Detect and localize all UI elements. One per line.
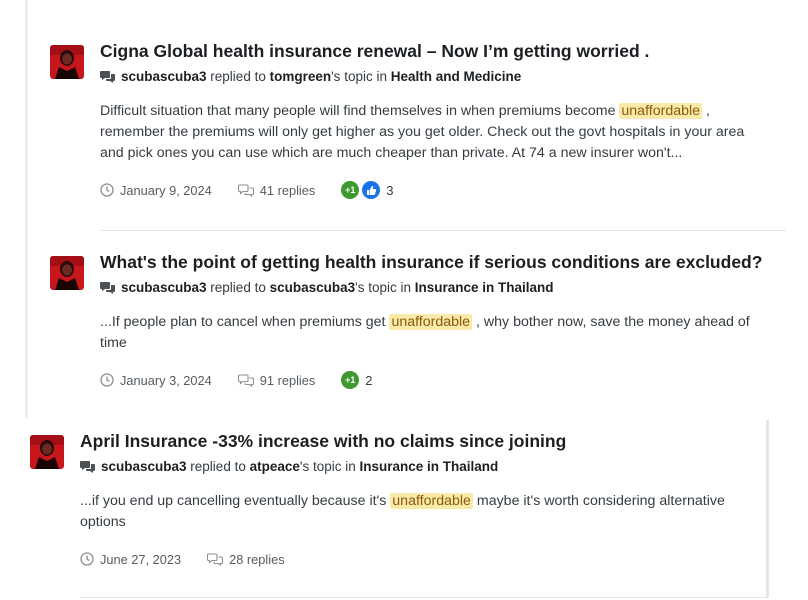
search-highlight: unaffordable — [390, 493, 473, 509]
reply-count: 41 replies — [259, 182, 316, 198]
snippet-text: ...If people plan to cancel when premium… — [100, 314, 390, 330]
replies-stat: 41 replies — [237, 182, 316, 198]
meta-text: replied to — [206, 280, 270, 295]
reactions[interactable]: +1 2 — [341, 371, 373, 389]
result-title[interactable]: April Insurance -33% increase with no cl… — [80, 430, 748, 452]
reply-count: 28 replies — [229, 551, 285, 567]
speech-bubbles-icon — [237, 183, 254, 197]
topic-owner-link[interactable]: tomgreen — [270, 69, 332, 84]
plus-one-reaction-icon: +1 — [341, 181, 360, 199]
snippet-text: ...if you end up cancelling eventually b… — [80, 493, 391, 509]
result-meta: scubascuba3 replied to scubascuba3's top… — [100, 279, 768, 299]
plus-one-reaction-icon: +1 — [341, 371, 360, 389]
topic-owner-link[interactable]: atpeace — [250, 459, 300, 474]
result-snippet: ...if you end up cancelling eventually b… — [80, 491, 745, 533]
result-snippet: ...If people plan to cancel when premium… — [100, 312, 765, 354]
results-panel: Cigna Global health insurance renewal – … — [25, 0, 786, 418]
forum-link[interactable]: Health and Medicine — [391, 69, 522, 84]
forum-link[interactable]: Insurance in Thailand — [415, 280, 554, 295]
result-meta: scubascuba3 replied to atpeace's topic i… — [80, 458, 748, 478]
replies-stat: 28 replies — [207, 552, 285, 567]
meta-text: 's topic in — [355, 280, 415, 295]
result-date: June 27, 2023 — [100, 551, 182, 567]
results-panel: April Insurance -33% increase with no cl… — [8, 420, 769, 598]
clock-icon — [80, 552, 94, 566]
thumbs-up-icon — [362, 181, 381, 199]
forum-link[interactable]: Insurance in Thailand — [360, 459, 499, 474]
avatar[interactable] — [30, 435, 64, 469]
date-stat: January 3, 2024 — [100, 373, 212, 388]
topic-owner-link[interactable]: scubascuba3 — [270, 280, 356, 295]
meta-text: replied to — [186, 459, 250, 474]
speech-bubbles-icon — [237, 373, 254, 387]
divider — [80, 597, 766, 598]
result-stats: June 27, 2023 28 replies — [80, 549, 748, 569]
clock-icon — [100, 183, 114, 197]
meta-text: 's topic in — [299, 459, 360, 474]
result-stats: January 9, 2024 41 replies +1 3 — [100, 180, 768, 200]
reactions[interactable]: +1 3 — [341, 181, 394, 199]
author-link[interactable]: scubascuba3 — [121, 69, 207, 84]
meta-text: replied to — [206, 69, 270, 84]
reply-count: 91 replies — [259, 372, 316, 388]
result-stats: January 3, 2024 91 replies +1 2 — [100, 370, 768, 390]
divider — [100, 230, 786, 231]
result-title[interactable]: Cigna Global health insurance renewal – … — [100, 40, 768, 62]
date-stat: June 27, 2023 — [80, 552, 181, 567]
avatar[interactable] — [50, 256, 84, 290]
comments-icon — [100, 281, 115, 299]
speech-bubbles-icon — [207, 552, 224, 566]
result-meta: scubascuba3 replied to tomgreen's topic … — [100, 68, 768, 88]
result-snippet: Difficult situation that many people wil… — [100, 101, 765, 164]
author-link[interactable]: scubascuba3 — [121, 280, 207, 295]
result-title[interactable]: What's the point of getting health insur… — [100, 251, 768, 273]
search-highlight: unaffordable — [619, 103, 703, 119]
result-date: January 9, 2024 — [120, 182, 212, 198]
avatar[interactable] — [50, 45, 84, 79]
result-date: January 3, 2024 — [120, 372, 212, 388]
meta-text: 's topic in — [331, 69, 391, 84]
author-link[interactable]: scubascuba3 — [101, 459, 187, 474]
reaction-count: 3 — [386, 182, 394, 198]
search-highlight: unaffordable — [389, 314, 473, 330]
comments-icon — [80, 460, 95, 478]
replies-stat: 91 replies — [237, 372, 316, 388]
comments-icon — [100, 70, 115, 88]
snippet-text: Difficult situation that many people wil… — [100, 103, 620, 119]
clock-icon — [100, 373, 114, 387]
reaction-count: 2 — [365, 372, 373, 388]
date-stat: January 9, 2024 — [100, 183, 212, 198]
